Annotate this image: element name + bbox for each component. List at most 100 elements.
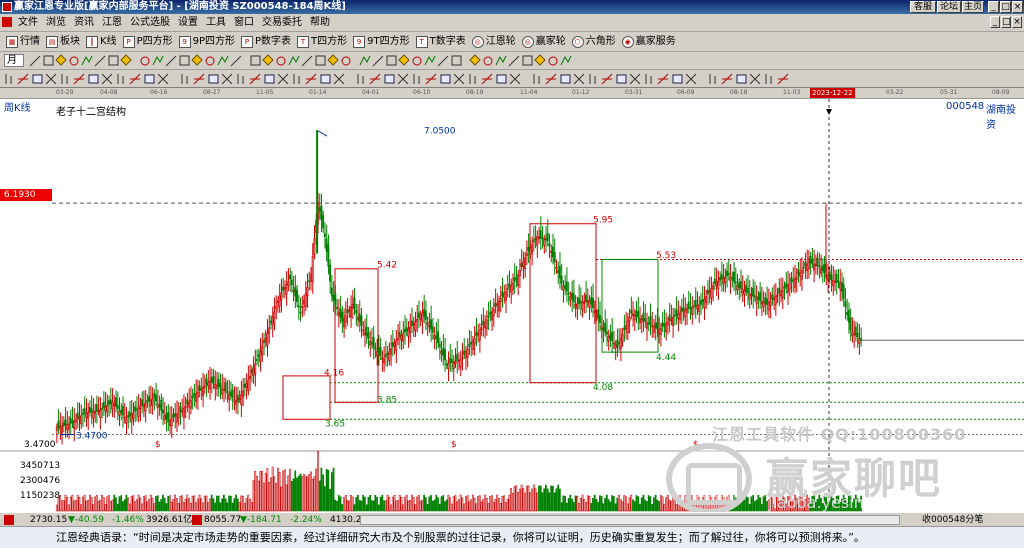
analysis-tool-icon[interactable] [453, 73, 465, 85]
analysis-tool-icon[interactable] [249, 73, 261, 85]
toolbar-gann-wheel[interactable]: ◎ 江恩轮 [471, 35, 516, 49]
menu-file[interactable]: 文件 [14, 16, 42, 30]
menu-help[interactable]: 帮助 [306, 16, 334, 30]
drawing-tool-icon[interactable] [341, 56, 351, 66]
menu-gann[interactable]: 江恩 [98, 16, 126, 30]
trade-detail-label[interactable]: 收000548分笔 [922, 513, 983, 527]
analysis-tool-icon[interactable] [117, 74, 124, 84]
child-close-button[interactable]: × [1012, 16, 1022, 28]
analysis-tool-icon[interactable] [573, 73, 585, 85]
analysis-tool-icon[interactable] [73, 73, 85, 85]
drawing-tool-icon[interactable] [230, 55, 242, 67]
analysis-tool-icon[interactable] [5, 74, 12, 84]
drawing-tool-icon[interactable] [495, 55, 507, 66]
forum-button[interactable]: 论坛 [937, 1, 961, 13]
drawing-tool-icon[interactable] [108, 55, 119, 66]
analysis-tool-icon[interactable] [45, 73, 57, 85]
drawing-tool-icon[interactable] [522, 55, 533, 66]
analysis-tool-icon[interactable] [425, 73, 437, 85]
drawing-tool-icon[interactable] [262, 54, 274, 66]
analysis-tool-icon[interactable] [645, 74, 652, 84]
toolbar-hexagon[interactable]: ⬡ 六角形 [571, 35, 616, 49]
drawing-tool-icon[interactable] [165, 55, 177, 67]
analysis-tool-icon[interactable] [777, 73, 789, 85]
toolbar-t-square[interactable]: T T四方形 [297, 35, 347, 49]
drawing-tool-icon[interactable] [386, 55, 397, 66]
analysis-tool-icon[interactable] [629, 73, 641, 85]
analysis-tool-icon[interactable] [413, 74, 420, 84]
drawing-tool-icon[interactable] [217, 55, 229, 66]
analysis-tool-icon[interactable] [397, 73, 409, 85]
analysis-tool-icon[interactable] [277, 73, 289, 85]
drawing-tool-icon[interactable] [69, 56, 79, 66]
analysis-tool-icon[interactable] [496, 74, 507, 84]
drawing-tool-icon[interactable] [301, 55, 313, 67]
analysis-tool-icon[interactable] [685, 73, 697, 85]
analysis-tool-icon[interactable] [616, 74, 627, 84]
analysis-tool-icon[interactable] [17, 73, 29, 85]
analysis-tool-icon[interactable] [208, 74, 219, 84]
menu-settings[interactable]: 设置 [174, 16, 202, 30]
drawing-tool-icon[interactable] [55, 54, 67, 66]
drawing-tool-icon[interactable] [327, 54, 339, 66]
analysis-tool-icon[interactable] [749, 73, 761, 85]
toolbar-sectors[interactable]: ▤ 板块 [46, 35, 80, 49]
analysis-tool-icon[interactable] [193, 73, 205, 85]
analysis-tool-icon[interactable] [509, 73, 521, 85]
drawing-tool-icon[interactable] [560, 55, 572, 66]
analysis-tool-icon[interactable] [88, 74, 99, 84]
analysis-tool-icon[interactable] [657, 73, 669, 85]
analysis-tool-icon[interactable] [765, 74, 772, 84]
toolbar-p-digit[interactable]: P P数字表 [241, 35, 291, 49]
drawing-tool-icon[interactable] [120, 54, 132, 66]
analysis-tool-icon[interactable] [305, 73, 317, 85]
drawing-tool-icon[interactable] [315, 55, 326, 66]
drawing-tool-icon[interactable] [81, 55, 93, 66]
toolbar-p-square[interactable]: P P四方形 [122, 35, 173, 49]
drawing-tool-icon[interactable] [451, 55, 462, 66]
drawing-tool-icon[interactable] [205, 56, 215, 66]
analysis-tool-icon[interactable] [384, 74, 395, 84]
drawing-tool-icon[interactable] [43, 55, 54, 66]
analysis-tool-icon[interactable] [481, 73, 493, 85]
toolbar-9t-square[interactable]: 9 9T四方形 [353, 35, 410, 49]
homepage-button[interactable]: 主页 [962, 1, 984, 13]
close-button[interactable]: × [1012, 1, 1023, 13]
menu-browse[interactable]: 浏览 [42, 16, 70, 30]
drawing-tool-icon[interactable] [412, 56, 422, 66]
child-restore-button[interactable]: □ [1001, 16, 1011, 28]
analysis-tool-icon[interactable] [721, 73, 733, 85]
drawing-tool-icon[interactable] [152, 55, 164, 66]
analysis-tool-icon[interactable] [129, 73, 141, 85]
analysis-tool-icon[interactable] [469, 74, 476, 84]
customer-service-button[interactable]: 客服 [910, 1, 936, 13]
drawing-tool-icon[interactable] [483, 56, 493, 66]
toolbar-winner-wheel[interactable]: ◎ 赢家轮 [521, 35, 566, 49]
analysis-tool-icon[interactable] [333, 73, 345, 85]
drawing-tool-icon[interactable] [534, 54, 546, 66]
analysis-tool-icon[interactable] [61, 74, 68, 84]
analysis-tool-icon[interactable] [357, 74, 364, 84]
analysis-tool-icon[interactable] [736, 74, 747, 84]
analysis-tool-icon[interactable] [101, 73, 113, 85]
drawing-tool-icon[interactable] [508, 55, 520, 67]
menu-formula[interactable]: 公式选股 [126, 16, 174, 30]
drawing-tool-icon[interactable] [29, 55, 41, 67]
drawing-tool-icon[interactable] [250, 55, 261, 66]
drawing-tool-icon[interactable] [437, 55, 449, 67]
drawing-tool-icon[interactable] [276, 56, 286, 66]
analysis-tool-icon[interactable] [237, 74, 244, 84]
analysis-tool-icon[interactable] [157, 73, 169, 85]
analysis-tool-icon[interactable] [181, 74, 188, 84]
analysis-tool-icon[interactable] [32, 74, 43, 84]
toolbar-9p-square[interactable]: 9 9P四方形 [178, 35, 235, 49]
drawing-tool-icon[interactable] [469, 54, 481, 66]
analysis-tool-icon[interactable] [369, 73, 381, 85]
toolbar-service[interactable]: ◉ 赢家服务 [621, 35, 676, 49]
analysis-tool-icon[interactable] [709, 74, 716, 84]
analysis-tool-icon[interactable] [264, 74, 275, 84]
drawing-tool-icon[interactable] [179, 55, 190, 66]
analysis-tool-icon[interactable] [545, 73, 557, 85]
drawing-tool-icon[interactable] [398, 54, 410, 66]
toolbar-quotes[interactable]: ▦ 行情 [6, 35, 40, 49]
